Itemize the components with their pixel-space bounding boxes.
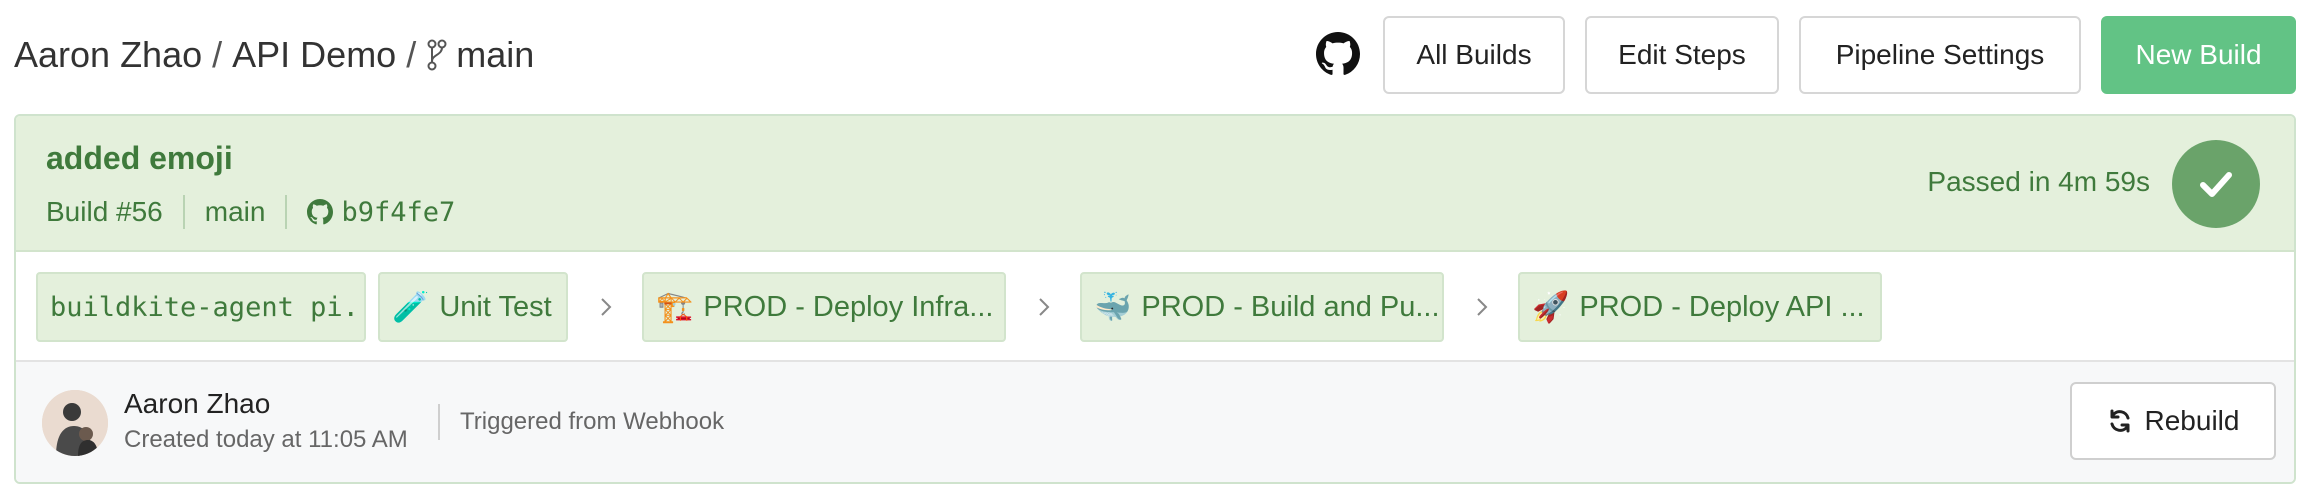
divider [182,195,185,229]
job-buildkite-agent[interactable]: buildkite-agent pi... [36,272,366,342]
divider [438,404,440,440]
created-timestamp: Created today at 11:05 AM [124,426,408,453]
avatar[interactable] [42,390,108,456]
test-tube-icon: 🧪 [392,290,430,324]
breadcrumb-branch[interactable]: main [456,34,534,76]
chevron-right-icon [1039,298,1050,316]
commit-sha: b9f4fe7 [341,196,456,228]
refresh-icon [2110,409,2130,433]
build-meta: Build #56 main b9f4fe7 [46,192,455,232]
build-summary: added emoji Build #56 main b9f4fe7 Passe… [16,116,2294,252]
page-header: Aaron Zhao / API Demo / main All Builds … [0,0,2310,110]
job-label: PROD - Deploy API ... [1579,290,1865,323]
job-prod-build-and-push[interactable]: 🐳 PROD - Build and Pu... [1080,272,1444,342]
job-unit-test[interactable]: 🧪 Unit Test [378,272,568,342]
build-number[interactable]: Build #56 [46,196,163,228]
git-branch-icon [427,39,447,71]
job-label: PROD - Deploy Infra... [703,290,994,323]
crane-icon: 🏗️ [656,290,694,324]
build-panel: added emoji Build #56 main b9f4fe7 Passe… [14,114,2296,484]
job-prod-deploy-api[interactable]: 🚀 PROD - Deploy API ... [1518,272,1882,342]
breadcrumb-pipeline[interactable]: API Demo [232,34,396,76]
pipeline-settings-button[interactable]: Pipeline Settings [1799,16,2081,94]
chevron-right-icon [1477,298,1488,316]
github-icon[interactable] [1314,30,1362,78]
divider [285,195,288,229]
rebuild-button[interactable]: Rebuild [2070,382,2276,460]
commit-link[interactable]: b9f4fe7 [307,197,455,228]
trigger-source: Triggered from Webhook [460,408,725,435]
job-label: PROD - Build and Pu... [1141,290,1440,323]
edit-steps-button[interactable]: Edit Steps [1585,16,1779,94]
job-label: Unit Test [439,290,552,323]
author-name: Aaron Zhao [124,388,271,419]
job-pipeline: buildkite-agent pi... 🧪 Unit Test 🏗️ PRO… [16,252,2294,362]
docker-whale-icon: 🐳 [1094,290,1132,324]
new-build-button[interactable]: New Build [2101,16,2296,94]
chevron-right-icon [601,298,612,316]
build-message[interactable]: added emoji [46,140,233,177]
job-prod-deploy-infra[interactable]: 🏗️ PROD - Deploy Infra... [642,272,1006,342]
checkmark-icon [2172,140,2260,228]
breadcrumb-separator: / [212,34,223,75]
job-label: buildkite-agent pi... [50,291,366,323]
breadcrumb: Aaron Zhao / API Demo / main [14,30,534,80]
build-branch[interactable]: main [205,196,266,228]
build-status-text: Passed in 4m 59s [1927,166,2150,197]
all-builds-button[interactable]: All Builds [1383,16,1565,94]
rebuild-label: Rebuild [2144,405,2240,436]
build-footer: Aaron Zhao Created today at 11:05 AM Tri… [16,362,2294,482]
github-icon [307,199,334,225]
rocket-icon: 🚀 [1532,290,1570,324]
breadcrumb-separator: / [406,34,417,75]
breadcrumb-org[interactable]: Aaron Zhao [14,34,202,76]
